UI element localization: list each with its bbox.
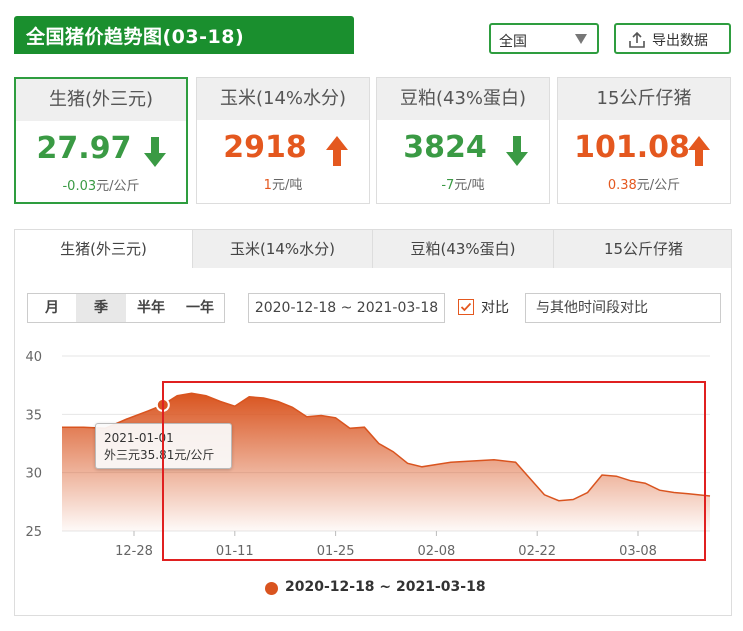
y-tick-label: 25 [25, 525, 42, 540]
y-tick-label: 40 [25, 350, 42, 365]
legend-label: 2020-12-18 ~ 2021-03-18 [285, 579, 486, 595]
annotation-highlight-box [162, 381, 706, 561]
legend-marker [265, 582, 278, 595]
y-tick-label: 35 [25, 408, 42, 423]
pig-price-page: 全国猪价趋势图(03-18) 全国 导出数据 生猪(外三元) 27.97 -0.… [0, 0, 743, 631]
x-tick-label: 12-28 [115, 544, 153, 559]
y-tick-label: 30 [25, 467, 42, 482]
